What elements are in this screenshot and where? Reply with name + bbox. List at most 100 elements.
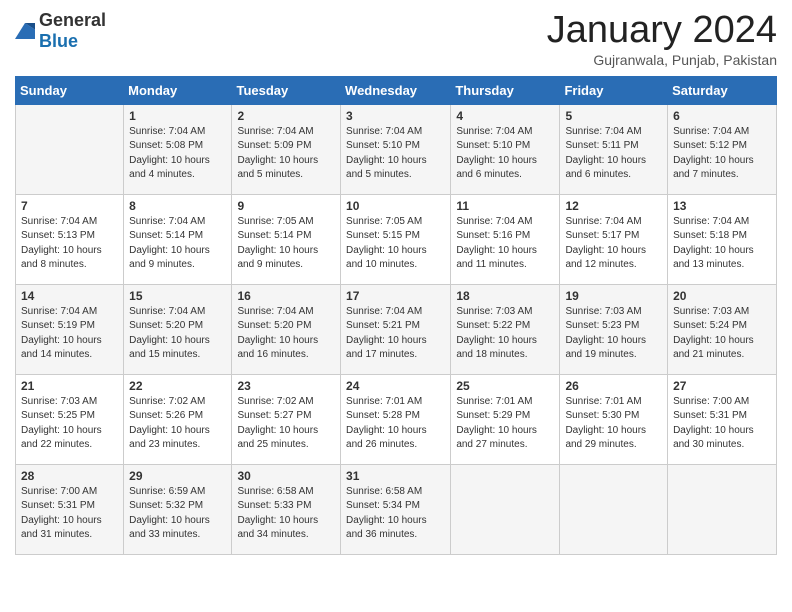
day-info: Sunrise: 7:04 AM Sunset: 5:16 PM Dayligh…: [456, 215, 554, 273]
day-info: Sunrise: 7:05 AM Sunset: 5:15 PM Dayligh…: [346, 215, 445, 273]
day-number: 25: [456, 379, 554, 393]
day-info: Sunrise: 7:01 AM Sunset: 5:30 PM Dayligh…: [565, 395, 662, 453]
calendar-week-row: 28 Sunrise: 7:00 AM Sunset: 5:31 PM Dayli…: [16, 464, 777, 554]
calendar-week-row: 14 Sunrise: 7:04 AM Sunset: 5:19 PM Dayli…: [16, 284, 777, 374]
day-info: Sunrise: 7:04 AM Sunset: 5:10 PM Dayligh…: [456, 125, 554, 183]
day-number: 22: [129, 379, 226, 393]
day-info: Sunrise: 6:59 AM Sunset: 5:32 PM Dayligh…: [129, 485, 226, 543]
day-info: Sunrise: 7:01 AM Sunset: 5:29 PM Dayligh…: [456, 395, 554, 453]
day-number: 31: [346, 469, 445, 483]
calendar-cell: [16, 104, 124, 194]
logo-text: General Blue: [39, 10, 106, 52]
calendar-cell: 18 Sunrise: 7:03 AM Sunset: 5:22 PM Dayli…: [451, 284, 560, 374]
header-friday: Friday: [560, 76, 668, 104]
calendar-cell: 14 Sunrise: 7:04 AM Sunset: 5:19 PM Dayli…: [16, 284, 124, 374]
calendar-cell: 15Sunrise: 7:04 AM Sunset: 5:20 PM Dayli…: [124, 284, 232, 374]
day-number: 6: [673, 109, 771, 123]
calendar-body: 1Sunrise: 7:04 AM Sunset: 5:08 PM Daylig…: [16, 104, 777, 554]
calendar-cell: 22 Sunrise: 7:02 AM Sunset: 5:26 PM Dayli…: [124, 374, 232, 464]
calendar-cell: 31 Sunrise: 6:58 AM Sunset: 5:34 PM Dayli…: [341, 464, 451, 554]
day-number: 1: [129, 109, 226, 123]
day-number: 20: [673, 289, 771, 303]
day-number: 12: [565, 199, 662, 213]
day-number: 14: [21, 289, 118, 303]
calendar-cell: 13Sunrise: 7:04 AM Sunset: 5:18 PM Dayli…: [668, 194, 777, 284]
day-number: 23: [237, 379, 335, 393]
day-number: 19: [565, 289, 662, 303]
day-info: Sunrise: 7:04 AM Sunset: 5:14 PM Dayligh…: [129, 215, 226, 273]
calendar-cell: 16 Sunrise: 7:04 AM Sunset: 5:20 PM Dayli…: [232, 284, 341, 374]
calendar-table: Sunday Monday Tuesday Wednesday Thursday…: [15, 76, 777, 555]
calendar-cell: 4Sunrise: 7:04 AM Sunset: 5:10 PM Daylig…: [451, 104, 560, 194]
calendar-cell: [560, 464, 668, 554]
header-wednesday: Wednesday: [341, 76, 451, 104]
calendar-cell: 29Sunrise: 6:59 AM Sunset: 5:32 PM Dayli…: [124, 464, 232, 554]
header-thursday: Thursday: [451, 76, 560, 104]
day-number: 5: [565, 109, 662, 123]
calendar-cell: 8 Sunrise: 7:04 AM Sunset: 5:14 PM Daylig…: [124, 194, 232, 284]
day-info: Sunrise: 7:04 AM Sunset: 5:20 PM Dayligh…: [129, 305, 226, 363]
calendar-cell: 5 Sunrise: 7:04 AM Sunset: 5:11 PM Daylig…: [560, 104, 668, 194]
calendar-cell: [451, 464, 560, 554]
day-number: 30: [237, 469, 335, 483]
header-saturday: Saturday: [668, 76, 777, 104]
calendar-cell: 2Sunrise: 7:04 AM Sunset: 5:09 PM Daylig…: [232, 104, 341, 194]
calendar-header: Sunday Monday Tuesday Wednesday Thursday…: [16, 76, 777, 104]
day-info: Sunrise: 7:04 AM Sunset: 5:11 PM Dayligh…: [565, 125, 662, 183]
day-number: 2: [237, 109, 335, 123]
header-tuesday: Tuesday: [232, 76, 341, 104]
calendar-cell: 17 Sunrise: 7:04 AM Sunset: 5:21 PM Dayli…: [341, 284, 451, 374]
day-number: 18: [456, 289, 554, 303]
calendar-cell: 12 Sunrise: 7:04 AM Sunset: 5:17 PM Dayli…: [560, 194, 668, 284]
logo-general: General: [39, 10, 106, 30]
day-info: Sunrise: 6:58 AM Sunset: 5:34 PM Dayligh…: [346, 485, 445, 543]
day-number: 16: [237, 289, 335, 303]
calendar-cell: 6 Sunrise: 7:04 AM Sunset: 5:12 PM Daylig…: [668, 104, 777, 194]
day-info: Sunrise: 7:04 AM Sunset: 5:17 PM Dayligh…: [565, 215, 662, 273]
day-info: Sunrise: 7:04 AM Sunset: 5:19 PM Dayligh…: [21, 305, 118, 363]
calendar-cell: 23 Sunrise: 7:02 AM Sunset: 5:27 PM Dayli…: [232, 374, 341, 464]
day-info: Sunrise: 7:03 AM Sunset: 5:24 PM Dayligh…: [673, 305, 771, 363]
calendar-cell: 19Sunrise: 7:03 AM Sunset: 5:23 PM Dayli…: [560, 284, 668, 374]
day-info: Sunrise: 7:03 AM Sunset: 5:25 PM Dayligh…: [21, 395, 118, 453]
day-number: 10: [346, 199, 445, 213]
day-number: 9: [237, 199, 335, 213]
calendar-cell: 24Sunrise: 7:01 AM Sunset: 5:28 PM Dayli…: [341, 374, 451, 464]
day-info: Sunrise: 7:01 AM Sunset: 5:28 PM Dayligh…: [346, 395, 445, 453]
day-number: 11: [456, 199, 554, 213]
calendar-week-row: 7Sunrise: 7:04 AM Sunset: 5:13 PM Daylig…: [16, 194, 777, 284]
day-info: Sunrise: 7:00 AM Sunset: 5:31 PM Dayligh…: [673, 395, 771, 453]
day-info: Sunrise: 7:04 AM Sunset: 5:21 PM Dayligh…: [346, 305, 445, 363]
day-number: 28: [21, 469, 118, 483]
day-info: Sunrise: 7:03 AM Sunset: 5:22 PM Dayligh…: [456, 305, 554, 363]
header-row: Sunday Monday Tuesday Wednesday Thursday…: [16, 76, 777, 104]
logo-blue: Blue: [39, 31, 78, 51]
day-number: 17: [346, 289, 445, 303]
day-number: 8: [129, 199, 226, 213]
calendar-cell: 27Sunrise: 7:00 AM Sunset: 5:31 PM Dayli…: [668, 374, 777, 464]
day-number: 26: [565, 379, 662, 393]
logo: General Blue: [15, 10, 106, 52]
calendar-cell: 30 Sunrise: 6:58 AM Sunset: 5:33 PM Dayli…: [232, 464, 341, 554]
day-info: Sunrise: 7:04 AM Sunset: 5:10 PM Dayligh…: [346, 125, 445, 183]
calendar-week-row: 1Sunrise: 7:04 AM Sunset: 5:08 PM Daylig…: [16, 104, 777, 194]
calendar-cell: 1Sunrise: 7:04 AM Sunset: 5:08 PM Daylig…: [124, 104, 232, 194]
calendar-cell: 25 Sunrise: 7:01 AM Sunset: 5:29 PM Dayli…: [451, 374, 560, 464]
calendar-week-row: 21 Sunrise: 7:03 AM Sunset: 5:25 PM Dayli…: [16, 374, 777, 464]
header-monday: Monday: [124, 76, 232, 104]
day-info: Sunrise: 7:05 AM Sunset: 5:14 PM Dayligh…: [237, 215, 335, 273]
day-info: Sunrise: 7:02 AM Sunset: 5:27 PM Dayligh…: [237, 395, 335, 453]
calendar-cell: 28 Sunrise: 7:00 AM Sunset: 5:31 PM Dayli…: [16, 464, 124, 554]
calendar-cell: 26 Sunrise: 7:01 AM Sunset: 5:30 PM Dayli…: [560, 374, 668, 464]
logo-icon: [15, 21, 35, 41]
day-number: 21: [21, 379, 118, 393]
month-title: January 2024: [547, 10, 777, 52]
day-number: 3: [346, 109, 445, 123]
day-info: Sunrise: 7:02 AM Sunset: 5:26 PM Dayligh…: [129, 395, 226, 453]
day-info: Sunrise: 7:04 AM Sunset: 5:20 PM Dayligh…: [237, 305, 335, 363]
day-info: Sunrise: 6:58 AM Sunset: 5:33 PM Dayligh…: [237, 485, 335, 543]
day-info: Sunrise: 7:00 AM Sunset: 5:31 PM Dayligh…: [21, 485, 118, 543]
day-info: Sunrise: 7:04 AM Sunset: 5:12 PM Dayligh…: [673, 125, 771, 183]
day-info: Sunrise: 7:04 AM Sunset: 5:18 PM Dayligh…: [673, 215, 771, 273]
page-header: General Blue January 2024 Gujranwala, Pu…: [15, 10, 777, 68]
